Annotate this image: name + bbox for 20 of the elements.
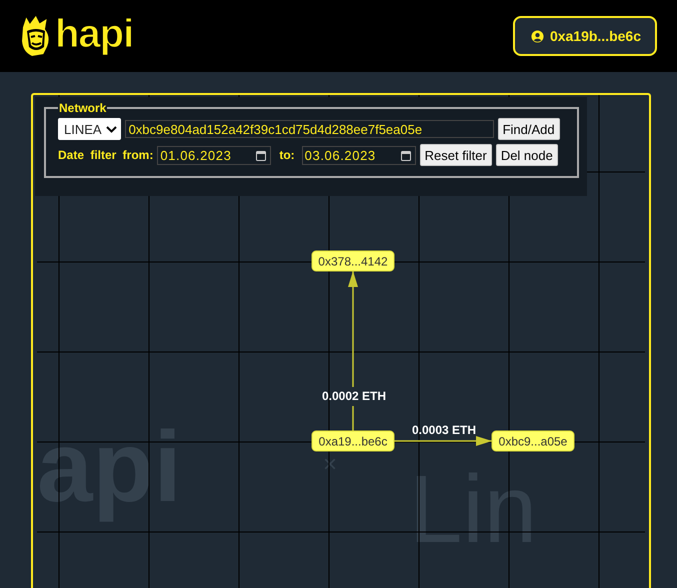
reset-filter-button[interactable]: Reset filter <box>420 144 492 166</box>
find-add-button[interactable]: Find/Add <box>498 118 560 140</box>
delete-node-button[interactable]: Del node <box>496 144 558 166</box>
date-filter-label: Date filter from: <box>58 148 154 162</box>
edge-label: 0.0002 ETH <box>322 389 386 403</box>
graph-node[interactable]: 0xa19...be6c <box>312 430 394 452</box>
account-button[interactable]: 0xa19b...be6c <box>512 16 657 56</box>
edge-label: 0.0003 ETH <box>412 423 476 437</box>
to-label: to: <box>279 148 295 162</box>
address-field[interactable]: 0xbc9e804ad152a42f39c1cd75d4d288ee7f5ea05e <box>124 120 494 138</box>
network-select[interactable]: LINEA <box>58 118 121 140</box>
from-date-field[interactable]: 01.06.2023 <box>157 146 272 164</box>
chevron-down-icon <box>106 126 117 132</box>
graph-node[interactable]: 0xbc9...a05e <box>492 430 574 452</box>
calendar-icon <box>256 150 266 160</box>
calendar-icon <box>400 150 411 160</box>
user-icon <box>530 30 544 42</box>
graph-node[interactable]: 0x378...4142 <box>312 250 394 272</box>
to-date-field[interactable]: 03.06.2023 <box>302 146 416 164</box>
fieldset-legend: Network <box>58 101 108 115</box>
